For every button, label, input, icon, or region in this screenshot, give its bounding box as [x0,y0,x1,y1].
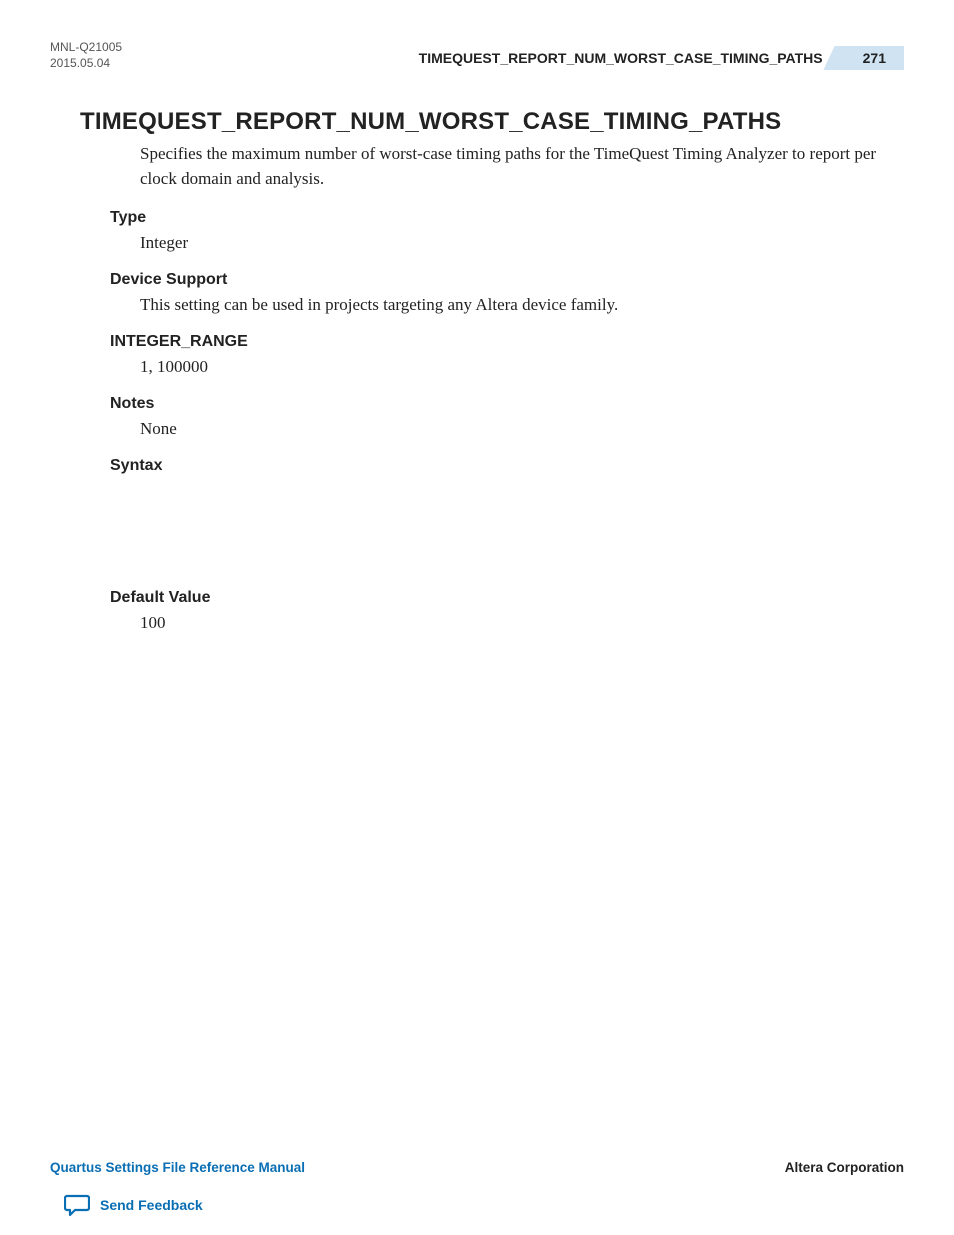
speech-bubble-icon [64,1193,90,1217]
section-heading-device-support: Device Support [110,271,904,289]
section-body-notes: None [140,419,904,439]
page-number-tab: 271 [841,46,904,70]
section-heading-integer-range: INTEGER_RANGE [110,333,904,351]
corporation-name: Altera Corporation [785,1160,904,1175]
section-body-type: Integer [140,233,904,253]
description: Specifies the maximum number of worst-ca… [140,142,900,191]
section-heading-syntax: Syntax [110,457,904,475]
syntax-blank-area [50,481,904,571]
header-right: TIMEQUEST_REPORT_NUM_WORST_CASE_TIMING_P… [419,46,904,70]
section-heading-type: Type [110,209,904,227]
page-header: MNL-Q21005 2015.05.04 TIMEQUEST_REPORT_N… [50,40,904,80]
page-title: TIMEQUEST_REPORT_NUM_WORST_CASE_TIMING_P… [80,108,904,136]
send-feedback-label: Send Feedback [100,1197,203,1213]
section-heading-default-value: Default Value [110,589,904,607]
page-number: 271 [863,50,886,66]
manual-title-link[interactable]: Quartus Settings File Reference Manual [50,1160,305,1175]
section-heading-notes: Notes [110,395,904,413]
running-head: TIMEQUEST_REPORT_NUM_WORST_CASE_TIMING_P… [419,50,823,66]
page-footer: Quartus Settings File Reference Manual A… [50,1160,904,1175]
section-body-default-value: 100 [140,613,904,633]
section-body-device-support: This setting can be used in projects tar… [140,295,904,315]
send-feedback-link[interactable]: Send Feedback [64,1193,203,1217]
section-body-integer-range: 1, 100000 [140,357,904,377]
